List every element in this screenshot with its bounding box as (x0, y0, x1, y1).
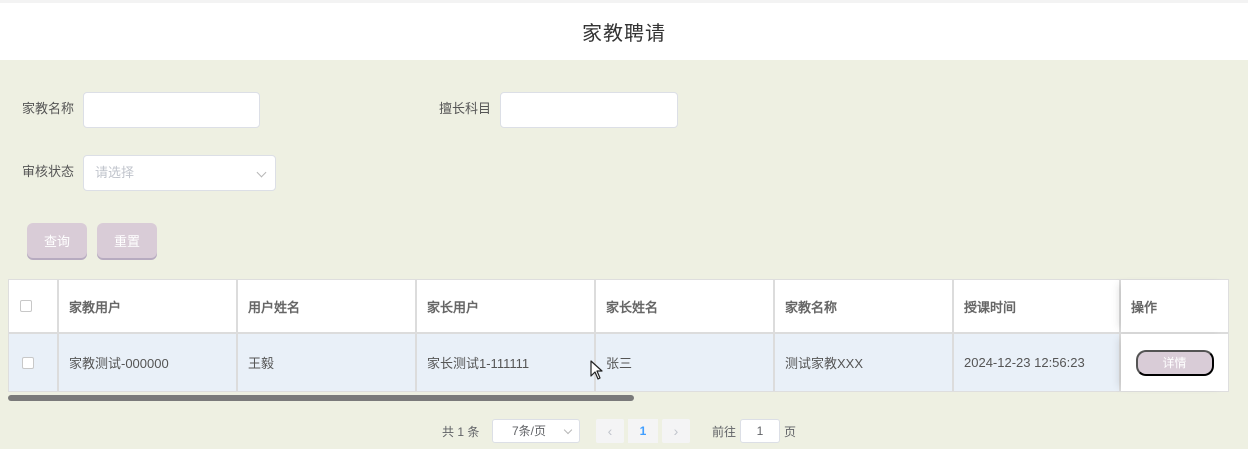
column-header-time[interactable]: 授课时间 (954, 280, 1121, 332)
select-all-cell (9, 280, 59, 332)
cell-parent-name: 张三 (596, 334, 775, 391)
goto-page-input[interactable]: 1 (740, 419, 780, 443)
tutor-name-input[interactable] (83, 92, 260, 128)
chevron-left-icon: ‹ (607, 423, 613, 439)
detail-button[interactable]: 详情 (1135, 349, 1214, 376)
column-header-parent-user[interactable]: 家长用户 (417, 280, 596, 332)
column-header-actions: 操作 (1121, 280, 1228, 332)
page-suffix-label: 页 (784, 424, 797, 439)
reset-button[interactable]: 重置 (97, 223, 157, 258)
select-all-checkbox[interactable] (20, 300, 32, 312)
cell-parent-user: 家长测试1-111111 (417, 334, 596, 391)
subject-input[interactable] (500, 92, 678, 128)
chevron-right-icon: › (673, 423, 679, 439)
row-checkbox[interactable] (22, 356, 34, 369)
goto-label: 前往 (712, 424, 737, 439)
column-header-tutor-user[interactable]: 家教用户 (59, 280, 238, 332)
column-header-tutor-name[interactable]: 家教名称 (775, 280, 954, 332)
row-select-cell (9, 334, 59, 391)
subject-label: 擅长科目 (439, 101, 492, 116)
cell-tutor-name: 测试家教XXX (775, 334, 954, 391)
cell-actions: 详情 (1121, 334, 1228, 391)
column-header-parent-name[interactable]: 家长姓名 (596, 280, 775, 332)
status-select-placeholder: 请选择 (95, 165, 135, 180)
status-label: 审核状态 (22, 164, 75, 179)
page-number-1[interactable]: 1 (628, 419, 658, 443)
data-table: 家教用户 用户姓名 家长用户 家长姓名 家教名称 授课时间 操作 家教测试-00… (8, 279, 1229, 392)
cell-time: 2024-12-23 12:56:23 (954, 334, 1121, 391)
table-header: 家教用户 用户姓名 家长用户 家长姓名 家教名称 授课时间 操作 (9, 280, 1228, 334)
column-header-user-name[interactable]: 用户姓名 (238, 280, 417, 332)
pagination-total: 共 1 条 (442, 424, 480, 439)
query-button[interactable]: 查询 (27, 223, 87, 258)
status-select[interactable]: 请选择 (83, 155, 276, 191)
horizontal-scrollbar[interactable] (8, 395, 634, 401)
cell-user-name: 王毅 (238, 334, 417, 391)
tutor-name-label: 家教名称 (22, 101, 75, 116)
page-size-select[interactable]: 7条/页 (492, 419, 580, 443)
main-content: 家教名称 擅长科目 审核状态 请选择 查询 重置 家教用户 用户姓名 家长用户 … (0, 60, 1248, 449)
table-row[interactable]: 家教测试-000000 王毅 家长测试1-111111 张三 测试家教XXX 2… (9, 334, 1228, 391)
page-size-value: 7条/页 (512, 424, 547, 438)
next-page-button[interactable]: › (662, 419, 690, 443)
prev-page-button[interactable]: ‹ (596, 419, 624, 443)
cell-tutor-user: 家教测试-000000 (59, 334, 238, 391)
mouse-cursor-icon (590, 360, 603, 380)
page-title: 家教聘请 (582, 23, 666, 45)
page-header: 家教聘请 (0, 3, 1248, 60)
chevron-down-icon (563, 425, 573, 435)
chevron-down-icon (256, 167, 267, 178)
